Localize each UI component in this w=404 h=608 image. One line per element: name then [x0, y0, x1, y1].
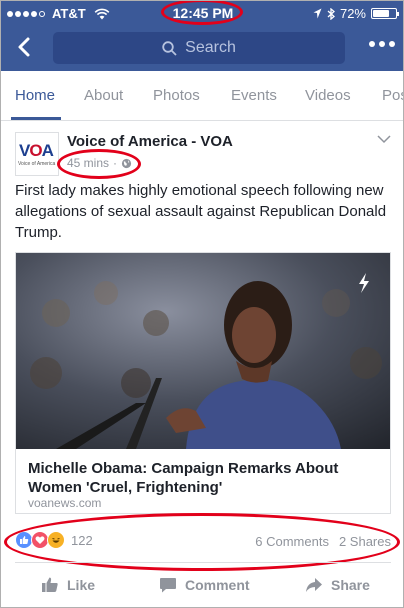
tab-events[interactable]: Events [231, 87, 277, 104]
article-photo [16, 253, 390, 449]
share-button[interactable]: Share [305, 576, 370, 594]
post-timestamp: 45 mins · [67, 156, 132, 170]
battery-percent: 72% [339, 6, 366, 21]
link-preview-card[interactable]: Michelle Obama: Campaign Remarks About W… [15, 252, 391, 514]
active-tab-indicator [11, 117, 61, 120]
tab-posts[interactable]: Pos [382, 87, 403, 104]
post-card: VOA Voice of America Voice of America - … [1, 122, 403, 607]
search-placeholder: Search [185, 39, 236, 56]
battery-icon [371, 8, 399, 19]
voa-logo: VOA [19, 141, 54, 160]
phone-screen: AT&T 12:45 PM 72% Search Home About Phot… [0, 0, 404, 608]
shares-count[interactable]: 2 Shares [339, 534, 391, 549]
reaction-summary[interactable]: 122 [15, 531, 93, 549]
globe-icon [121, 158, 132, 168]
page-name[interactable]: Voice of America - VOA [67, 133, 233, 150]
divider [15, 562, 391, 563]
back-arrow-icon[interactable] [9, 31, 41, 63]
haha-reaction-icon [47, 531, 65, 549]
avatar-subtitle: Voice of America [18, 161, 56, 167]
search-icon [162, 40, 177, 56]
comment-icon [160, 578, 176, 593]
more-options-icon[interactable] [369, 41, 395, 47]
avatar[interactable]: VOA Voice of America [15, 132, 59, 176]
tab-photos[interactable]: Photos [153, 87, 200, 104]
share-arrow-icon [306, 578, 322, 592]
top-nav-bar: Search [1, 25, 403, 71]
thumbs-up-icon [42, 577, 58, 592]
comment-button[interactable]: Comment [159, 576, 250, 594]
tab-home[interactable]: Home [15, 87, 55, 104]
reaction-count: 122 [71, 532, 93, 548]
tab-about[interactable]: About [84, 87, 123, 104]
link-domain: voanews.com [28, 496, 102, 510]
comments-count[interactable]: 6 Comments [255, 534, 329, 549]
tab-videos[interactable]: Videos [305, 87, 351, 104]
engagement-stats: 6 Comments 2 Shares [255, 534, 391, 549]
post-text: First lady makes highly emotional speech… [15, 182, 387, 241]
search-input[interactable]: Search [53, 32, 345, 64]
post-time: 45 mins [67, 156, 110, 170]
link-title: Michelle Obama: Campaign Remarks About W… [28, 460, 339, 496]
chevron-down-icon[interactable] [377, 134, 391, 144]
location-arrow-icon [313, 8, 322, 19]
bluetooth-icon [327, 7, 335, 20]
status-bar: AT&T 12:45 PM 72% [1, 1, 403, 25]
like-button[interactable]: Like [41, 576, 95, 594]
page-tabs: Home About Photos Events Videos Pos [1, 71, 403, 121]
